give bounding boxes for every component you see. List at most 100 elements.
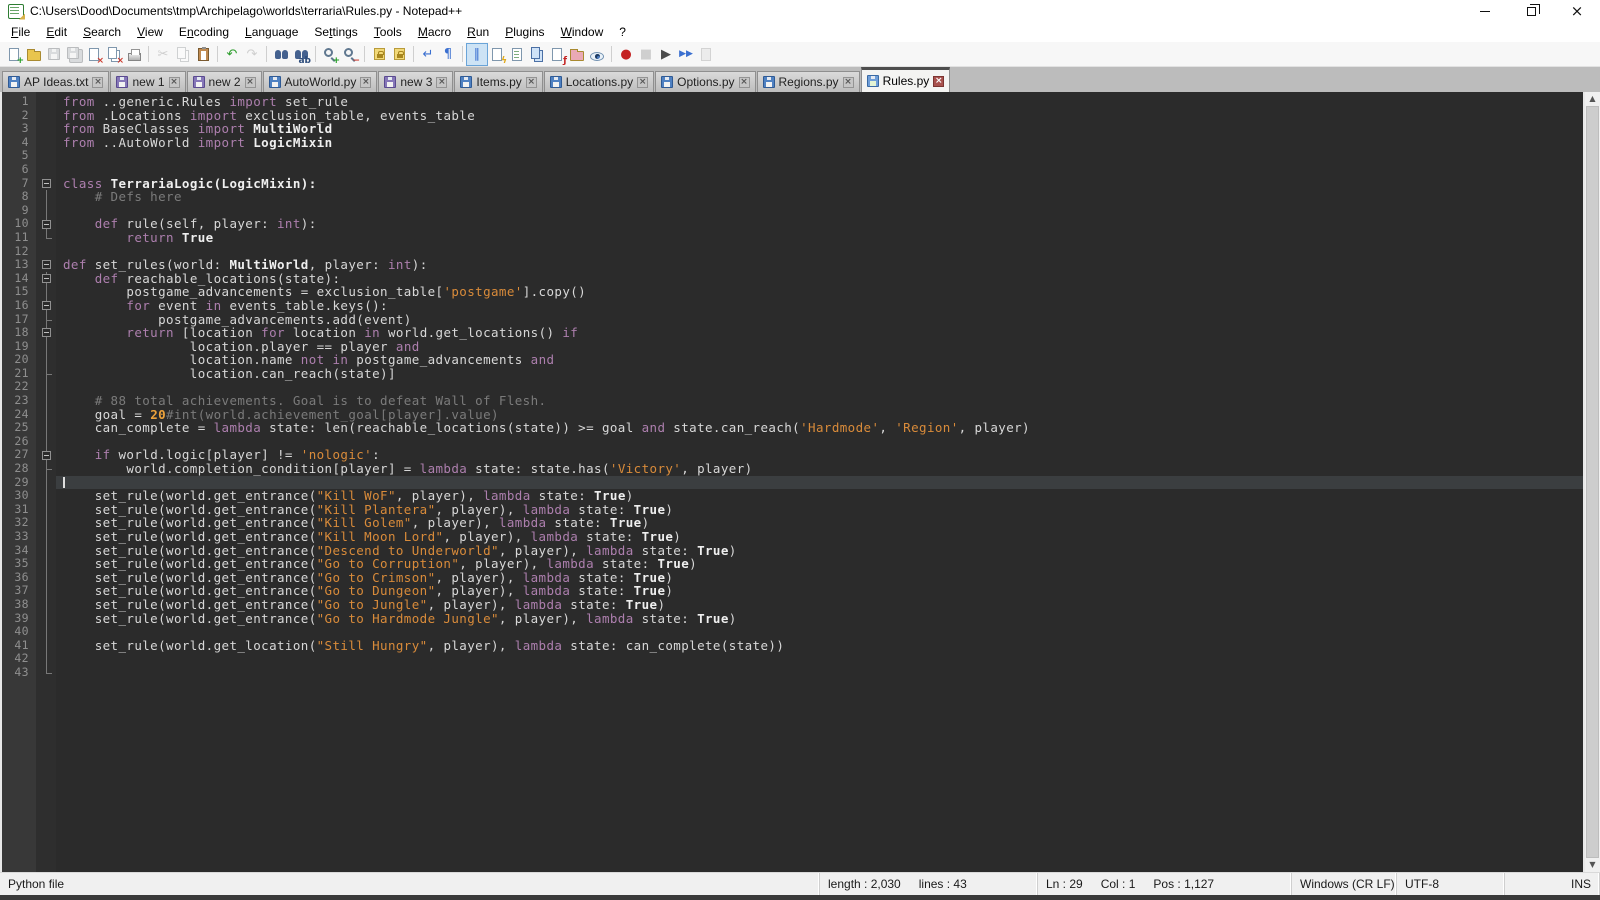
menu-item-settings[interactable]: Settings (306, 23, 365, 41)
code-line[interactable]: 19 location.player == player and (2, 340, 1583, 354)
show-all-characters-icon[interactable]: ¶ (438, 44, 458, 65)
undo-icon[interactable]: ↶ (222, 44, 242, 65)
code-line[interactable]: 8 # Defs here (2, 190, 1583, 204)
sync-vertical-icon[interactable] (369, 44, 389, 65)
code-line[interactable]: 17 postgame_advancements.add(event) (2, 313, 1583, 327)
fold-collapse-icon[interactable] (42, 179, 51, 188)
tab-new-2[interactable]: new 2× (187, 71, 262, 92)
fold-margin[interactable] (36, 448, 56, 462)
fold-collapse-icon[interactable] (42, 328, 51, 337)
minimize-button[interactable] (1462, 0, 1508, 22)
cut-icon[interactable]: ✂ (153, 44, 173, 65)
open-icon[interactable] (24, 44, 44, 65)
fold-margin[interactable] (36, 326, 56, 340)
tab-locations-py[interactable]: Locations.py× (544, 71, 654, 92)
code-line[interactable]: 11 return True (2, 231, 1583, 245)
menu-item-plugins[interactable]: Plugins (497, 23, 552, 41)
monitoring-eye-icon[interactable] (587, 44, 607, 65)
fold-collapse-icon[interactable] (42, 451, 51, 460)
code-line[interactable]: 2from .Locations import exclusion_table,… (2, 109, 1583, 123)
tab-close-icon[interactable]: × (933, 76, 944, 87)
code-line[interactable]: 12 (2, 245, 1583, 259)
tab-new-3[interactable]: new 3× (378, 71, 453, 92)
menu-item-macro[interactable]: Macro (410, 23, 459, 41)
fold-margin[interactable] (36, 299, 56, 313)
tab-close-icon[interactable]: × (92, 77, 103, 88)
function-list-panel-icon[interactable]: ƒ (547, 44, 567, 65)
code-line[interactable]: 23 # 88 total achievements. Goal is to d… (2, 394, 1583, 408)
sync-horizontal-icon[interactable] (389, 44, 409, 65)
fold-collapse-icon[interactable] (42, 301, 51, 310)
fold-collapse-icon[interactable] (42, 274, 51, 283)
document-map-icon[interactable] (507, 44, 527, 65)
code-line[interactable]: 43 (2, 666, 1583, 680)
menu-item-tools[interactable]: Tools (366, 23, 410, 41)
fold-margin[interactable] (36, 272, 56, 286)
code-line[interactable]: 1from ..generic.Rules import set_rule (2, 95, 1583, 109)
macro-play-icon[interactable]: ▶ (656, 44, 676, 65)
code-line[interactable]: 28 world.completion_condition[player] = … (2, 462, 1583, 476)
fold-collapse-icon[interactable] (42, 220, 51, 229)
find-icon[interactable] (271, 44, 291, 65)
menu-item-[interactable]: ? (611, 23, 634, 41)
replace-icon[interactable]: ab (291, 44, 311, 65)
code-line[interactable]: 42 (2, 652, 1583, 666)
code-line[interactable]: 3from BaseClasses import MultiWorld (2, 122, 1583, 136)
code-line[interactable]: 38 set_rule(world.get_entrance("Go to Ju… (2, 598, 1583, 612)
code-line[interactable]: 21 location.can_reach(state)] (2, 367, 1583, 381)
tab-close-icon[interactable]: × (526, 77, 537, 88)
paste-icon[interactable] (193, 44, 213, 65)
code-line[interactable]: 9 (2, 204, 1583, 218)
function-list-icon[interactable]: ϟ (487, 44, 507, 65)
fold-margin[interactable] (36, 258, 56, 272)
code-line[interactable]: 30 set_rule(world.get_entrance("Kill WoF… (2, 489, 1583, 503)
code-line[interactable]: 7class TerrariaLogic(LogicMixin): (2, 177, 1583, 191)
tab-close-icon[interactable]: × (637, 77, 648, 88)
code-line[interactable]: 16 for event in events_table.keys(): (2, 299, 1583, 313)
code-line[interactable]: 29 (2, 476, 1583, 490)
code-line[interactable]: 13def set_rules(world: MultiWorld, playe… (2, 258, 1583, 272)
code-line[interactable]: 34 set_rule(world.get_entrance("Descend … (2, 544, 1583, 558)
scrollbar-thumb[interactable] (1586, 106, 1599, 858)
indent-guide-icon[interactable]: ∥ (467, 44, 487, 65)
code-line[interactable]: 24 goal = 20#int(world.achievement_goal[… (2, 408, 1583, 422)
title-bar[interactable]: C:\Users\Dood\Documents\tmp\Archipelago\… (0, 0, 1600, 22)
fold-margin[interactable] (36, 217, 56, 231)
menu-item-file[interactable]: File (3, 23, 38, 41)
macro-record-icon[interactable]: ● (616, 44, 636, 65)
vertical-scrollbar[interactable]: ▲ ▼ (1583, 92, 1600, 872)
menu-item-edit[interactable]: Edit (38, 23, 75, 41)
close-icon[interactable]: × (84, 44, 104, 65)
code-line[interactable]: 41 set_rule(world.get_location("Still Hu… (2, 639, 1583, 653)
code-line[interactable]: 39 set_rule(world.get_entrance("Go to Ha… (2, 612, 1583, 626)
code-line[interactable]: 36 set_rule(world.get_entrance("Go to Cr… (2, 571, 1583, 585)
scroll-up-icon[interactable]: ▲ (1589, 94, 1595, 104)
tab-autoworld-py[interactable]: AutoWorld.py× (263, 71, 378, 92)
code-line[interactable]: 40 (2, 625, 1583, 639)
fold-margin[interactable] (36, 177, 56, 191)
code-line[interactable]: 15 postgame_advancements = exclusion_tab… (2, 285, 1583, 299)
save-all-icon[interactable] (64, 44, 84, 65)
macro-stop-icon[interactable]: ■ (636, 44, 656, 65)
code-line[interactable]: 37 set_rule(world.get_entrance("Go to Du… (2, 584, 1583, 598)
menu-item-language[interactable]: Language (237, 23, 306, 41)
tab-close-icon[interactable]: × (360, 77, 371, 88)
code-line[interactable]: 33 set_rule(world.get_entrance("Kill Moo… (2, 530, 1583, 544)
macro-run-multiple-icon[interactable]: ▶▶ (676, 44, 696, 65)
tab-ap-ideas-txt[interactable]: AP Ideas.txt× (2, 71, 109, 92)
tab-options-py[interactable]: Options.py× (655, 71, 755, 92)
tab-rules-py[interactable]: Rules.py× (861, 67, 951, 92)
restore-button[interactable] (1508, 0, 1554, 22)
tab-items-py[interactable]: Items.py× (454, 71, 542, 92)
close-button[interactable]: × (1554, 0, 1600, 22)
macro-save-icon[interactable] (696, 44, 716, 65)
redo-icon[interactable]: ↷ (242, 44, 262, 65)
word-wrap-icon[interactable]: ↵ (418, 44, 438, 65)
code-area[interactable]: 1from ..generic.Rules import set_rule2fr… (2, 92, 1583, 872)
tab-close-icon[interactable]: × (245, 77, 256, 88)
code-line[interactable]: 35 set_rule(world.get_entrance("Go to Co… (2, 557, 1583, 571)
zoom-out-icon[interactable]: − (340, 44, 360, 65)
close-all-icon[interactable]: × (104, 44, 124, 65)
code-line[interactable]: 6 (2, 163, 1583, 177)
menu-item-encoding[interactable]: Encoding (171, 23, 237, 41)
